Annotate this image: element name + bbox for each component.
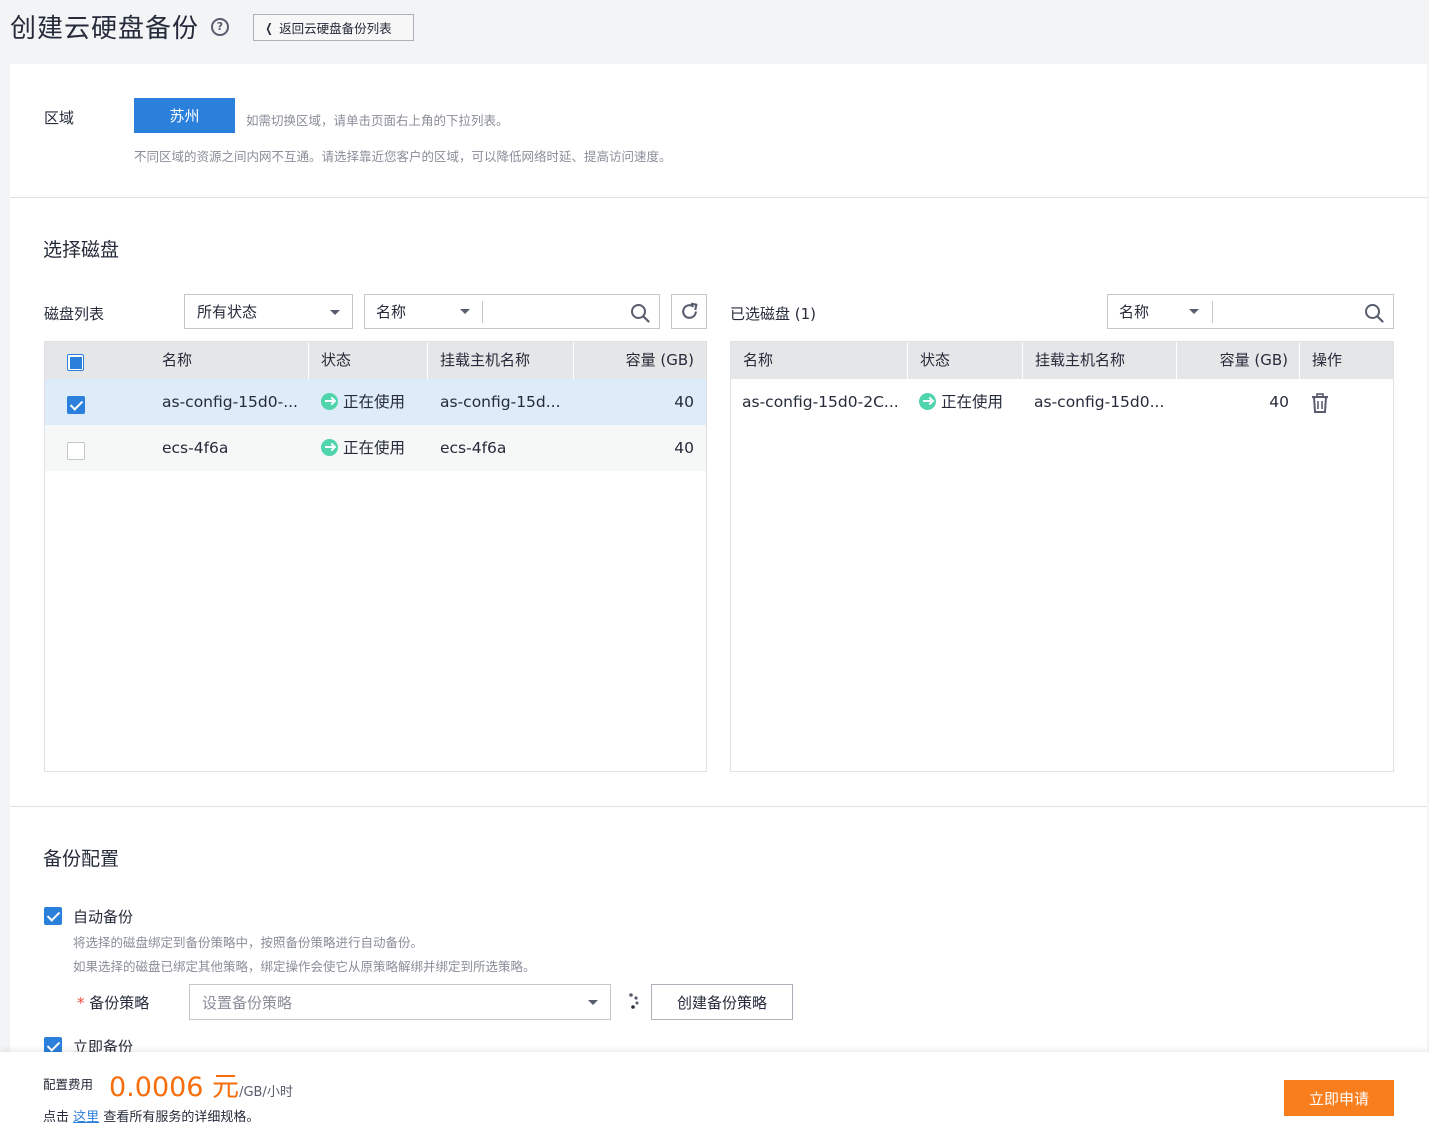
disk-capacity: 40 (674, 439, 694, 457)
column-header-status: 状态 (920, 351, 951, 369)
footer-bar: 配置费用 0.0006 元/GB/小时 点击 这里 查看所有服务的详细规格。 立… (0, 1052, 1429, 1133)
region-switch-hint: 如需切换区域，请单击页面右上角的下拉列表。 (246, 113, 509, 128)
disk-search-field-select[interactable]: 名称 (364, 294, 482, 329)
required-mark: * (77, 994, 85, 1012)
chevron-left-icon: ❮ (265, 20, 273, 35)
table-row[interactable]: as-config-15d0-... 正在使用 as-config-15d...… (45, 379, 706, 425)
auto-backup-hint-1: 将选择的磁盘绑定到备份策略中，按照备份策略进行自动备份。 (73, 935, 424, 950)
selected-disks-table: 名称 状态 挂载主机名称 容量 (GB) 操作 as-config-15d0-2… (730, 341, 1394, 772)
search-icon[interactable] (630, 303, 650, 323)
auto-backup-checkbox[interactable] (44, 907, 62, 925)
price-value: 0.0006 元 (109, 1072, 240, 1103)
status-text: 正在使用 (343, 439, 406, 457)
disk-status: 正在使用 (321, 379, 405, 425)
table-header: 名称 状态 挂载主机名称 容量 (GB) 操作 (731, 342, 1393, 379)
detail-link[interactable]: 这里 (73, 1110, 99, 1125)
auto-backup-hint-2: 如果选择的磁盘已绑定其他策略，绑定操作会使它从原策略解绑并绑定到所选策略。 (73, 959, 536, 974)
status-running-icon (321, 439, 338, 456)
status-filter-select[interactable]: 所有状态 (184, 294, 353, 329)
selected-search-input[interactable] (1216, 295, 1356, 328)
auto-backup-label: 自动备份 (73, 908, 134, 926)
apply-now-button[interactable]: 立即申请 (1284, 1080, 1394, 1116)
column-header-host: 挂载主机名称 (440, 351, 531, 369)
disk-host: as-config-15d0... (1034, 393, 1165, 411)
divider (10, 197, 1427, 198)
help-icon[interactable]: ? (211, 18, 229, 36)
column-header-capacity: 容量 (GB) (625, 351, 694, 369)
column-header-name: 名称 (743, 351, 774, 369)
table-row[interactable]: ecs-4f6a 正在使用 ecs-4f6a 40 (45, 425, 706, 471)
disk-search-box: 名称 (364, 294, 660, 329)
column-header-action: 操作 (1312, 351, 1343, 369)
disk-status: 正在使用 (321, 425, 405, 471)
caret-down-icon (330, 310, 340, 315)
search-separator (482, 301, 483, 323)
caret-down-icon (588, 1000, 598, 1005)
disk-capacity: 40 (674, 393, 694, 411)
create-backup-policy-button[interactable]: 创建备份策略 (651, 984, 793, 1020)
row-checkbox[interactable] (67, 396, 85, 414)
detail-text: 点击 这里 查看所有服务的详细规格。 (43, 1106, 259, 1125)
section-title-select-disk: 选择磁盘 (43, 239, 120, 261)
status-running-icon (321, 393, 338, 410)
column-header-host: 挂载主机名称 (1035, 351, 1126, 369)
selected-search-field-value: 名称 (1119, 303, 1150, 321)
region-suzhou-button[interactable]: 苏州 (134, 98, 235, 133)
detail-suffix: 查看所有服务的详细规格。 (103, 1110, 260, 1125)
divider (10, 806, 1427, 807)
disk-status: 正在使用 (919, 379, 1003, 425)
status-text: 正在使用 (343, 393, 406, 411)
price-unit: /GB/小时 (239, 1085, 293, 1100)
disk-host: ecs-4f6a (440, 439, 507, 457)
price: 0.0006 元/GB/小时 (109, 1065, 293, 1104)
region-note: 不同区域的资源之间内网不互通。请选择靠近您客户的区域，可以降低网络时延、提高访问… (134, 149, 672, 164)
backup-policy-label-text: 备份策略 (89, 994, 150, 1012)
section-title-backup-config: 备份配置 (43, 848, 120, 870)
table-header: 名称 状态 挂载主机名称 容量 (GB) (45, 342, 706, 379)
disk-search-field-value: 名称 (376, 303, 407, 321)
disk-name: ecs-4f6a (162, 439, 229, 457)
refresh-icon (682, 302, 698, 319)
back-button-label: 返回云硬盘备份列表 (279, 21, 392, 36)
region-label: 区域 (44, 109, 75, 127)
caret-down-icon (1189, 309, 1199, 314)
detail-prefix: 点击 (43, 1110, 70, 1125)
select-all-checkbox[interactable] (67, 354, 84, 371)
status-filter-value: 所有状态 (197, 303, 258, 321)
selected-search-box: 名称 (1107, 294, 1394, 329)
backup-policy-placeholder: 设置备份策略 (202, 993, 293, 1012)
caret-down-icon (460, 309, 470, 314)
disk-list-table: 名称 状态 挂载主机名称 容量 (GB) as-config-15d0-... … (44, 341, 707, 772)
loading-icon (629, 993, 639, 1009)
column-divider (573, 342, 574, 379)
row-checkbox[interactable] (67, 442, 85, 460)
disk-capacity: 40 (1269, 393, 1289, 411)
backup-policy-label: * 备份策略 (77, 992, 149, 1013)
status-text: 正在使用 (941, 393, 1004, 411)
column-header-name: 名称 (162, 351, 193, 369)
trash-icon[interactable] (1311, 393, 1329, 413)
disk-name: as-config-15d0-... (162, 393, 298, 411)
selected-search-field-select[interactable]: 名称 (1107, 294, 1211, 329)
backup-policy-select[interactable]: 设置备份策略 (189, 984, 611, 1020)
table-row: as-config-15d0-2C... 正在使用 as-config-15d0… (731, 379, 1393, 425)
back-to-list-button[interactable]: ❮ 返回云硬盘备份列表 (253, 14, 414, 41)
disk-list-label: 磁盘列表 (44, 305, 105, 323)
search-separator (1212, 301, 1213, 323)
disk-host: as-config-15d... (440, 393, 561, 411)
status-running-icon (919, 393, 936, 410)
column-header-capacity: 容量 (GB) (1219, 351, 1288, 369)
selected-disks-label: 已选磁盘 (1) (730, 305, 817, 323)
disk-search-input[interactable] (485, 295, 625, 328)
search-icon[interactable] (1364, 303, 1384, 323)
column-header-status: 状态 (321, 351, 352, 369)
disk-name: as-config-15d0-2C... (742, 393, 899, 411)
fee-label: 配置费用 (43, 1077, 94, 1092)
page-title: 创建云硬盘备份 (10, 14, 200, 44)
main-card: 区域 苏州 如需切换区域，请单击页面右上角的下拉列表。 不同区域的资源之间内网不… (10, 64, 1427, 1133)
refresh-button[interactable] (671, 294, 707, 329)
